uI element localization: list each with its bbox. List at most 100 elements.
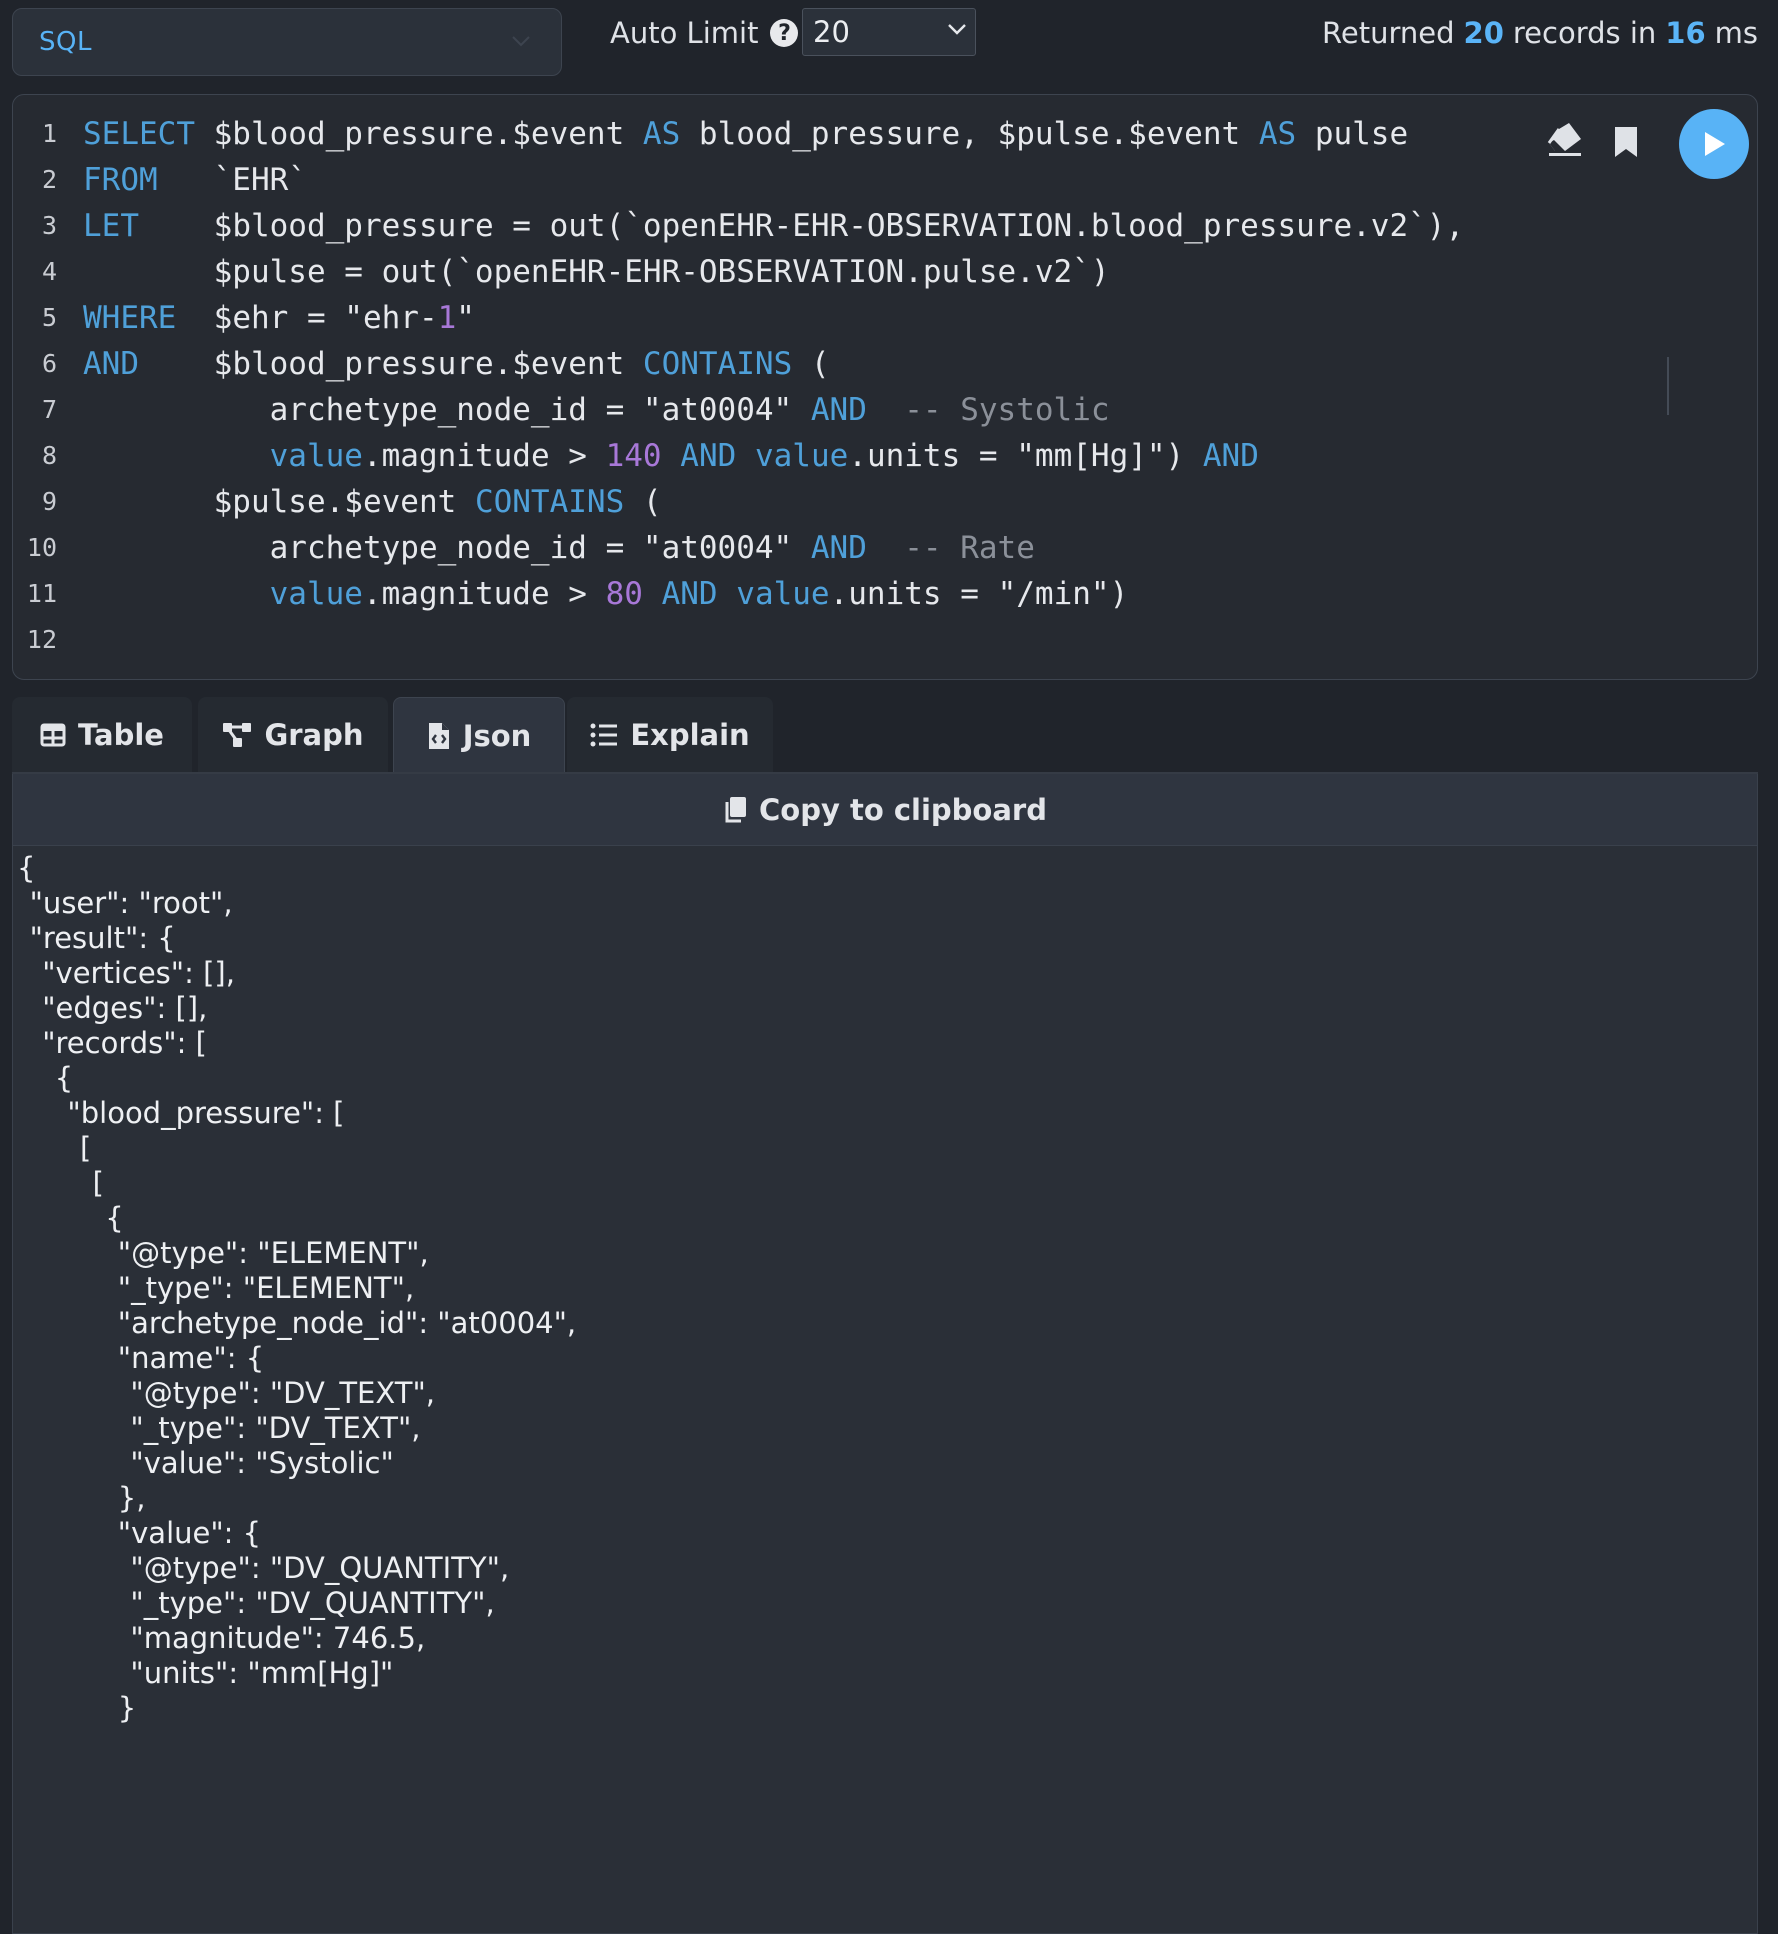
code-line[interactable]: 8 value.magnitude > 140 AND value.units … (13, 433, 1757, 479)
language-select-value: SQL (39, 27, 92, 57)
help-icon[interactable]: ? (770, 19, 799, 47)
sql-keyword: value (269, 576, 363, 612)
code-line[interactable]: 2 FROM `EHR` (13, 157, 1757, 203)
sql-text: $pulse.$event (83, 484, 475, 520)
line-number: 10 (26, 533, 57, 562)
play-icon (1705, 132, 1725, 156)
copy-to-clipboard-label: Copy to clipboard (759, 792, 1047, 827)
sql-text: archetype_node_id = "at0004" (83, 530, 811, 566)
tab-json[interactable]: Json (393, 697, 565, 773)
line-number: 2 (41, 165, 57, 194)
query-stats: Returned 20 records in 16 ms (1322, 8, 1758, 58)
json-line: "value": { (117, 1516, 262, 1550)
json-line: "_type": "DV_TEXT", (130, 1411, 421, 1445)
sql-text: `EHR` (157, 162, 307, 198)
sql-text: .units = "mm[Hg]") (848, 438, 1203, 474)
code-line[interactable]: 3 LET $blood_pressure = out(`openEHR-EHR-… (13, 203, 1757, 249)
json-line: "user": "root", (29, 886, 233, 920)
json-line: "units": "mm[Hg]" (130, 1656, 394, 1690)
eraser-icon[interactable] (1545, 123, 1585, 161)
tab-explain-label: Explain (630, 718, 750, 752)
sql-keyword: AND (1202, 438, 1259, 474)
code-line[interactable]: 1 SELECT $blood_pressure.$event AS blood_… (13, 111, 1757, 157)
table-icon (40, 723, 66, 747)
sql-keyword: AND (810, 530, 867, 566)
code-line[interactable]: 12 (13, 617, 1757, 663)
line-number: 9 (41, 487, 57, 516)
code-text: archetype_node_id = "at0004" AND -- Syst… (83, 387, 1110, 433)
json-line: "name": { (117, 1341, 265, 1375)
line-number: 1 (41, 119, 57, 148)
auto-limit-label: Auto Limit (610, 16, 759, 50)
tab-json-label: Json (462, 718, 532, 753)
line-number: 5 (41, 303, 57, 332)
code-line[interactable]: 5 WHERE $ehr = "ehr-1" (13, 295, 1757, 341)
sql-keyword: value (754, 438, 849, 474)
chevron-down-icon (512, 36, 530, 47)
code-text: WHERE $ehr = "ehr-1" (83, 295, 475, 341)
json-line: "_type": "ELEMENT", (117, 1271, 415, 1305)
sql-keyword: value (269, 438, 363, 474)
sql-text: $blood_pressure.$event (139, 346, 643, 382)
language-select[interactable]: SQL (12, 8, 562, 76)
run-query-button[interactable] (1679, 109, 1749, 179)
sql-text: .magnitude > (362, 576, 606, 612)
code-text: SELECT $blood_pressure.$event AS blood_p… (83, 111, 1408, 157)
query-editor[interactable]: 1 SELECT $blood_pressure.$event AS blood_… (12, 94, 1758, 680)
code-line[interactable]: 7 archetype_node_id = "at0004" AND -- Sy… (13, 387, 1757, 433)
json-line: [ (92, 1166, 104, 1200)
auto-limit: Auto Limit ? (610, 8, 799, 58)
sql-keyword: SELECT (83, 116, 195, 152)
code-text: $pulse = out(`openEHR-EHR-OBSERVATION.pu… (83, 249, 1110, 295)
code-text: FROM `EHR` (83, 157, 307, 203)
sql-text: $blood_pressure.$event (194, 116, 643, 152)
code-line[interactable]: 10 archetype_node_id = "at0004" AND -- R… (13, 525, 1757, 571)
tab-table[interactable]: Table (12, 697, 192, 773)
json-line: { (54, 1061, 74, 1095)
sql-text: blood_pressure, $pulse.$event (680, 116, 1259, 152)
copy-to-clipboard-button[interactable]: Copy to clipboard (12, 774, 1758, 846)
sql-keyword: AND (680, 438, 737, 474)
code-line[interactable]: 4 $pulse = out(`openEHR-EHR-OBSERVATION.… (13, 249, 1757, 295)
sql-keyword: AS (1258, 116, 1297, 152)
limit-select[interactable]: 20 (802, 8, 976, 56)
code-text: value.magnitude > 140 AND value.units = … (83, 433, 1259, 479)
code-text: AND $blood_pressure.$event CONTAINS ( (83, 341, 830, 387)
sql-text: archetype_node_id = "at0004" (83, 392, 811, 428)
sql-keyword: WHERE (83, 300, 177, 336)
code-line[interactable]: 6 AND $blood_pressure.$event CONTAINS ( (13, 341, 1757, 387)
sql-keyword: AND (810, 392, 867, 428)
sql-text: pulse (1296, 116, 1409, 152)
editor-scrollbar[interactable] (1667, 357, 1669, 415)
json-line: }, (117, 1481, 146, 1515)
tab-explain[interactable]: Explain (567, 697, 773, 773)
tab-table-label: Table (78, 718, 164, 752)
code-line[interactable]: 11 value.magnitude > 80 AND value.units … (13, 571, 1757, 617)
graph-icon (223, 723, 252, 747)
sql-keyword: FROM (83, 162, 158, 198)
json-line: "archetype_node_id": "at0004", (117, 1306, 577, 1340)
json-line: "blood_pressure": [ (67, 1096, 345, 1130)
line-number: 7 (41, 395, 57, 424)
sql-text: $pulse = out(`openEHR-EHR-OBSERVATION.pu… (83, 254, 1110, 290)
line-number: 8 (41, 441, 57, 470)
sql-text: .units = "/min") (829, 576, 1129, 612)
code-text: $pulse.$event CONTAINS ( (83, 479, 662, 525)
bookmark-icon[interactable] (1613, 125, 1639, 163)
sql-keyword: AS (642, 116, 681, 152)
sql-comment: -- Systolic (904, 392, 1110, 428)
line-number: 12 (26, 625, 57, 654)
json-line: "edges": [], (42, 991, 208, 1025)
json-line: "_type": "DV_QUANTITY", (130, 1586, 495, 1620)
sql-number: 1 (437, 300, 457, 336)
json-line: { (17, 851, 36, 885)
json-result-view[interactable]: {"user": "root", "result": {"vertices": [… (12, 846, 1758, 1934)
code-line[interactable]: 9 $pulse.$event CONTAINS ( (13, 479, 1757, 525)
list-icon (590, 723, 618, 747)
sql-text: ( (624, 484, 662, 520)
tab-graph[interactable]: Graph (198, 697, 388, 773)
code-text: archetype_node_id = "at0004" AND -- Rate (83, 525, 1035, 571)
